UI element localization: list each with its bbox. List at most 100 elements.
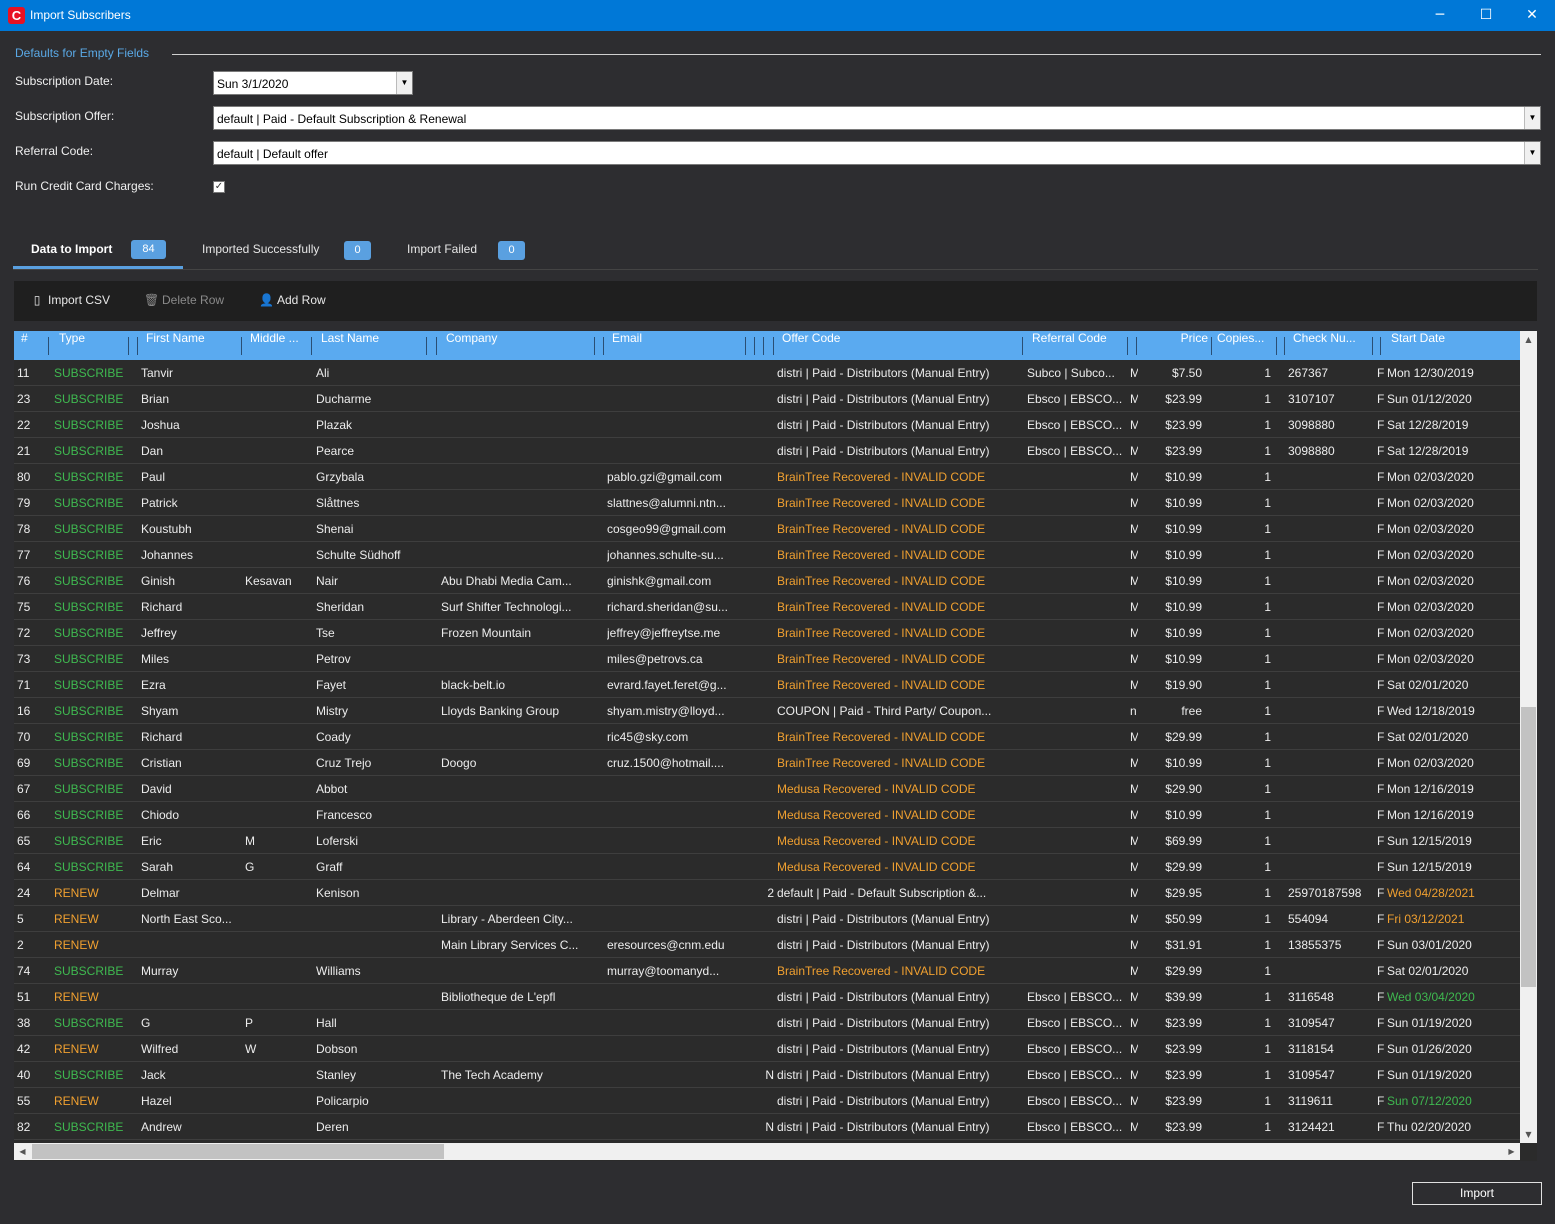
cell-offer-code[interactable]: distri | Paid - Distributors (Manual Ent… [777, 906, 1019, 932]
column-separator[interactable] [1022, 337, 1023, 355]
cell-last-name[interactable] [316, 906, 431, 932]
cell-price[interactable]: $23.99 [1144, 1036, 1202, 1062]
cell-start-date[interactable]: Sat 02/01/2020 [1387, 672, 1517, 698]
cell-first-name[interactable]: Ginish [141, 568, 238, 594]
cell-offer-code[interactable]: Medusa Recovered - INVALID CODE [777, 854, 1019, 880]
cell-price[interactable]: $29.99 [1144, 854, 1202, 880]
cell-offer-code[interactable]: BrainTree Recovered - INVALID CODE [777, 672, 1019, 698]
cell-email[interactable]: ginishk@gmail.com [607, 568, 742, 594]
cell-email[interactable] [607, 776, 742, 802]
cell-referral-code[interactable] [1027, 958, 1127, 984]
cell-start-date[interactable]: Wed 04/28/2021 [1387, 880, 1517, 906]
cell-extra[interactable] [744, 854, 774, 880]
cell-last-name[interactable]: Abbot [316, 776, 431, 802]
cell-copies[interactable]: 1 [1214, 412, 1271, 438]
cell-first-name[interactable]: Murray [141, 958, 238, 984]
cell-offer-code[interactable]: Medusa Recovered - INVALID CODE [777, 802, 1019, 828]
cell-copies[interactable]: 1 [1214, 1010, 1271, 1036]
table-row[interactable]: 22 SUBSCRIBE Joshua Plazak distri | Paid - D… [14, 412, 1520, 438]
cell-flag[interactable]: F [1377, 1010, 1386, 1036]
table-row[interactable]: 5 RENEW North East Sco... Library - Aberdee… [14, 906, 1520, 932]
cell-extra[interactable] [744, 386, 774, 412]
cell-offer-code[interactable]: distri | Paid - Distributors (Manual Ent… [777, 1062, 1019, 1088]
column-separator[interactable] [1211, 337, 1212, 355]
cell-flag[interactable]: M [1130, 984, 1138, 1010]
cell-number[interactable]: 40 [17, 1062, 47, 1088]
cell-company[interactable] [441, 1114, 591, 1140]
cell-flag[interactable]: M [1130, 958, 1138, 984]
cell-offer-code[interactable]: BrainTree Recovered - INVALID CODE [777, 620, 1019, 646]
cell-first-name[interactable]: Joshua [141, 412, 238, 438]
cell-flag[interactable]: F [1377, 828, 1386, 854]
add-row-button[interactable]: 👤 Add Row [259, 293, 326, 307]
cell-last-name[interactable]: Graff [316, 854, 431, 880]
scroll-up-icon[interactable]: ▲ [1520, 331, 1537, 348]
cell-referral-code[interactable] [1027, 646, 1127, 672]
cell-first-name[interactable]: Ezra [141, 672, 238, 698]
cell-check-number[interactable] [1288, 828, 1373, 854]
cell-price[interactable]: $19.90 [1144, 672, 1202, 698]
cell-company[interactable] [441, 516, 591, 542]
column-header-email[interactable]: Email [612, 331, 742, 360]
column-separator[interactable] [311, 337, 312, 355]
cell-price[interactable]: $23.99 [1144, 412, 1202, 438]
cell-price[interactable]: $10.99 [1144, 594, 1202, 620]
cell-email[interactable]: shyam.mistry@lloyd... [607, 698, 742, 724]
cell-check-number[interactable]: 13855375 [1288, 932, 1373, 958]
cell-price[interactable]: $31.91 [1144, 932, 1202, 958]
cell-company[interactable]: Surf Shifter Technologi... [441, 594, 591, 620]
cell-start-date[interactable]: Mon 02/03/2020 [1387, 490, 1517, 516]
cell-email[interactable] [607, 1036, 742, 1062]
cell-copies[interactable]: 1 [1214, 490, 1271, 516]
cell-flag[interactable]: F [1377, 984, 1386, 1010]
cell-number[interactable]: 67 [17, 776, 47, 802]
cell-price[interactable]: $23.99 [1144, 1088, 1202, 1114]
column-header-first-name[interactable]: First Name [146, 331, 238, 360]
cell-check-number[interactable] [1288, 464, 1373, 490]
cell-number[interactable]: 71 [17, 672, 47, 698]
cell-last-name[interactable]: Pearce [316, 438, 431, 464]
cell-email[interactable]: johannes.schulte-su... [607, 542, 742, 568]
tab-import-failed[interactable]: Import Failed [407, 242, 477, 256]
cell-check-number[interactable] [1288, 490, 1373, 516]
cell-flag[interactable]: M [1130, 1036, 1138, 1062]
cell-extra[interactable] [744, 698, 774, 724]
table-row[interactable]: 21 SUBSCRIBE Dan Pearce distri | Paid - Dist… [14, 438, 1520, 464]
cell-type[interactable]: SUBSCRIBE [54, 802, 134, 828]
cell-middle-name[interactable] [245, 464, 305, 490]
cell-company[interactable] [441, 490, 591, 516]
cell-first-name[interactable]: Eric [141, 828, 238, 854]
cell-email[interactable] [607, 1010, 742, 1036]
cell-price[interactable]: $10.99 [1144, 568, 1202, 594]
cell-referral-code[interactable] [1027, 802, 1127, 828]
cell-first-name[interactable]: Hazel [141, 1088, 238, 1114]
cell-last-name[interactable]: Slåttnes [316, 490, 431, 516]
cell-price[interactable]: $10.99 [1144, 802, 1202, 828]
cell-flag[interactable]: M [1130, 880, 1138, 906]
cell-price[interactable]: $10.99 [1144, 490, 1202, 516]
vertical-scroll-thumb[interactable] [1521, 707, 1536, 987]
cell-start-date[interactable]: Fri 03/12/2021 [1387, 906, 1517, 932]
cell-check-number[interactable]: 3109547 [1288, 1010, 1373, 1036]
cell-copies[interactable]: 1 [1214, 1062, 1271, 1088]
cell-flag[interactable]: M [1130, 802, 1138, 828]
cell-check-number[interactable] [1288, 776, 1373, 802]
cell-company[interactable] [441, 828, 591, 854]
column-separator[interactable] [1127, 337, 1128, 355]
table-row[interactable]: 71 SUBSCRIBE Ezra Fayet black-belt.io evrard.… [14, 672, 1520, 698]
cell-offer-code[interactable]: BrainTree Recovered - INVALID CODE [777, 516, 1019, 542]
cell-email[interactable] [607, 984, 742, 1010]
cell-check-number[interactable]: 3118154 [1288, 1036, 1373, 1062]
cell-price[interactable]: $23.99 [1144, 386, 1202, 412]
cell-referral-code[interactable] [1027, 750, 1127, 776]
cell-start-date[interactable]: Wed 12/18/2019 [1387, 698, 1517, 724]
cell-referral-code[interactable] [1027, 906, 1127, 932]
cell-extra[interactable]: 2 [744, 880, 774, 906]
cell-referral-code[interactable] [1027, 490, 1127, 516]
close-icon[interactable]: ✕ [1509, 0, 1555, 31]
cell-flag[interactable]: F [1377, 776, 1386, 802]
cell-offer-code[interactable]: BrainTree Recovered - INVALID CODE [777, 490, 1019, 516]
cell-price[interactable]: free [1144, 698, 1202, 724]
column-header-last-name[interactable]: Last Name [321, 331, 421, 360]
cell-offer-code[interactable]: distri | Paid - Distributors (Manual Ent… [777, 1114, 1019, 1140]
